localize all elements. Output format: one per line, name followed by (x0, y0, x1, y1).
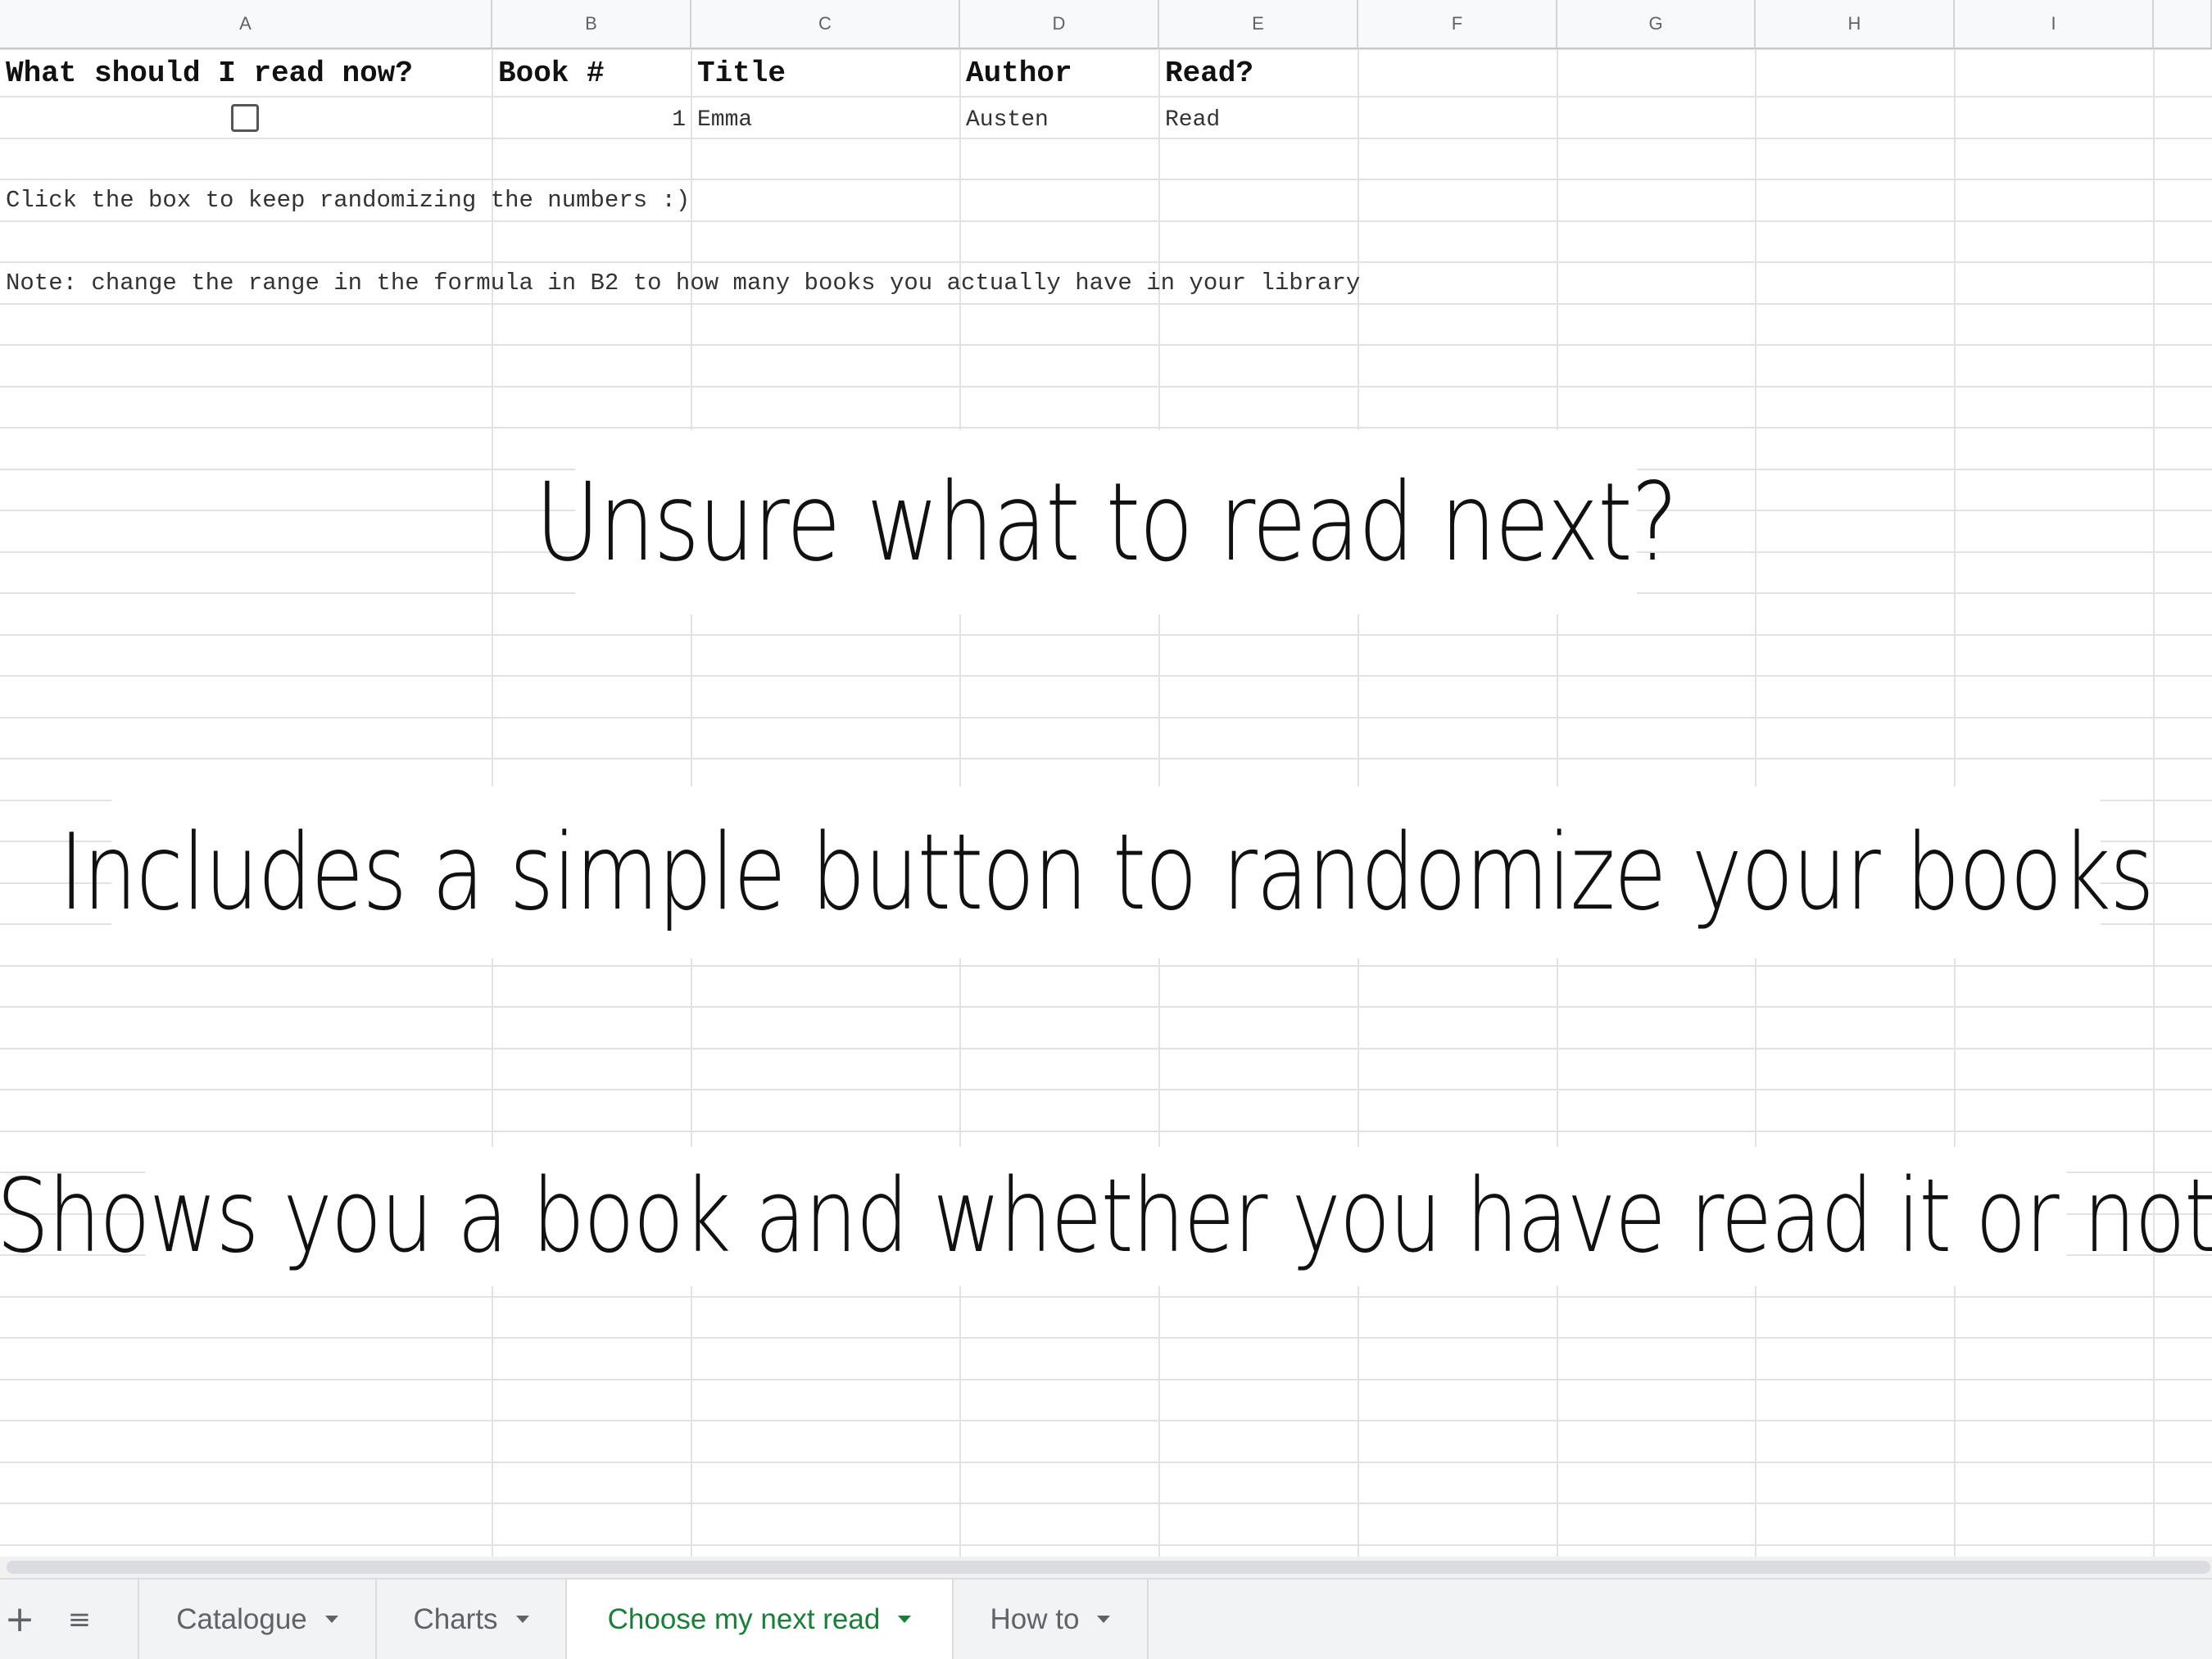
column-header-i[interactable]: I (1955, 0, 2154, 49)
grid-lines (0, 48, 2212, 1557)
randomize-checkbox[interactable] (231, 104, 259, 132)
tab-choose-label: Choose my next read (607, 1602, 881, 1635)
column-header-a[interactable]: A (0, 0, 492, 49)
cell-c1-header[interactable]: Title (691, 49, 960, 97)
tab-charts-label: Charts (413, 1602, 498, 1635)
tab-choose-my-next-read[interactable]: Choose my next read (567, 1580, 954, 1659)
tab-how-to[interactable]: How to (954, 1580, 1149, 1659)
list-icon[interactable]: ≡ (49, 1580, 110, 1659)
promo-banner-shows-book: Shows you a book and whether you have re… (0, 1147, 2212, 1286)
sheet-tab-bar: + ≡ Catalogue Charts Choose my next read… (0, 1578, 2212, 1659)
tab-howto-label: How to (990, 1602, 1080, 1635)
cell-b2-book-number[interactable]: 1 (492, 97, 691, 143)
chevron-down-icon[interactable] (1097, 1616, 1111, 1623)
tab-charts[interactable]: Charts (377, 1580, 567, 1659)
cell-d2-author[interactable]: Austen (960, 97, 1159, 143)
promo-banner-button: Includes a simple button to randomize yo… (59, 786, 2155, 959)
tab-catalogue-label: Catalogue (176, 1602, 307, 1635)
chevron-down-icon[interactable] (515, 1616, 529, 1623)
cell-b1-header[interactable]: Book # (492, 49, 691, 97)
column-header-blank[interactable] (2154, 0, 2212, 49)
scrollbar-thumb[interactable] (7, 1561, 2210, 1574)
column-header-e[interactable]: E (1159, 0, 1358, 49)
horizontal-scrollbar[interactable] (0, 1557, 2212, 1578)
spreadsheet-grid[interactable]: A B C D E F G H I What should I read now… (0, 0, 2212, 1557)
cell-a1-header[interactable]: What should I read now? (0, 49, 492, 97)
tab-catalogue[interactable]: Catalogue (138, 1580, 377, 1659)
cell-a4-click-note[interactable]: Click the box to keep randomizing the nu… (0, 179, 983, 220)
column-header-f[interactable]: F (1358, 0, 1557, 49)
cell-c2-title[interactable]: Emma (691, 97, 960, 143)
column-header-d[interactable]: D (960, 0, 1159, 49)
cell-d1-header[interactable]: Author (960, 49, 1159, 97)
column-header-h[interactable]: H (1756, 0, 1955, 49)
column-header-c[interactable]: C (691, 0, 960, 49)
cell-e1-header[interactable]: Read? (1159, 49, 1358, 97)
column-header-b[interactable]: B (492, 0, 691, 49)
chevron-down-icon[interactable] (324, 1616, 338, 1623)
cell-a6-range-note[interactable]: Note: change the range in the formula in… (0, 262, 1639, 303)
cell-e2-read-status[interactable]: Read (1159, 97, 1358, 143)
plus-icon[interactable]: + (0, 1580, 39, 1659)
chevron-down-icon[interactable] (898, 1616, 912, 1623)
column-header-g[interactable]: G (1557, 0, 1756, 49)
promo-banner-unsure: Unsure what to read next? (535, 430, 1678, 614)
